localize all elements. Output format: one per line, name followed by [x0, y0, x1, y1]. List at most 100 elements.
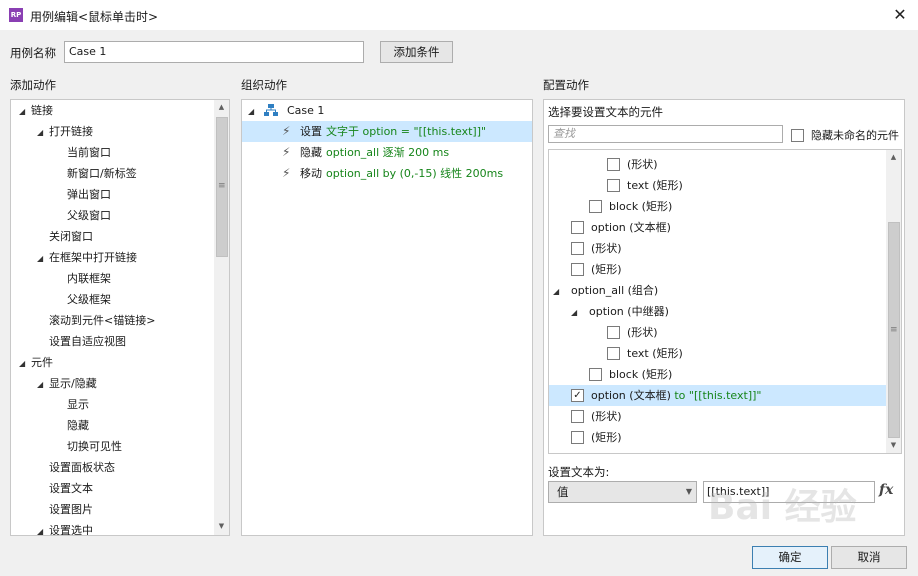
add-action-item[interactable]: 弹出窗口 [55, 184, 111, 205]
add-action-label: 父级窗口 [67, 209, 111, 222]
add-action-item[interactable]: 显示 [55, 394, 89, 415]
cancel-button[interactable]: 取消 [831, 546, 907, 569]
add-action-item[interactable]: 内联框架 [55, 268, 111, 289]
expand-triangle-icon[interactable]: ◢ [571, 302, 589, 323]
widget-tree-item[interactable]: text (矩形) [549, 343, 886, 364]
add-action-item[interactable]: 滚动到元件<锚链接> [37, 310, 155, 331]
widget-label: option_all (组合) [571, 284, 659, 297]
case-name-input[interactable]: Case 1 [64, 41, 364, 63]
widget-tree-item[interactable]: block (矩形) [549, 364, 886, 385]
widget-tree-item[interactable]: ◢ option_all (组合) [549, 280, 886, 301]
search-input[interactable]: 查找 [548, 125, 783, 143]
ok-button[interactable]: 确定 [752, 546, 828, 569]
widget-label: (矩形) [591, 263, 622, 276]
widget-tree-item[interactable]: (形状) [549, 154, 886, 175]
widget-checkbox[interactable] [571, 262, 584, 276]
expand-triangle-icon[interactable]: ◢ [37, 521, 49, 535]
widget-checkbox[interactable] [589, 199, 602, 213]
case-label: Case 1 [287, 104, 325, 117]
add-action-label: 设置面板状态 [49, 461, 115, 474]
widget-checkbox[interactable] [607, 178, 620, 192]
expand-triangle-icon[interactable]: ◢ [19, 101, 31, 122]
widget-checkbox[interactable] [571, 220, 584, 234]
add-action-item[interactable]: 父级框架 [55, 289, 111, 310]
add-action-label: 设置自适应视图 [49, 335, 126, 348]
expand-triangle-icon[interactable]: ◢ [19, 353, 31, 374]
widget-checkbox[interactable] [571, 241, 584, 255]
widget-checkbox[interactable] [571, 430, 584, 444]
add-actions-heading: 添加动作 [10, 78, 56, 92]
widget-checkbox[interactable] [589, 367, 602, 381]
scroll-up-icon[interactable]: ▲ [886, 150, 901, 165]
add-condition-button[interactable]: 添加条件 [380, 41, 453, 63]
organize-actions-heading: 组织动作 [241, 78, 287, 92]
add-action-label: 内联框架 [67, 272, 111, 285]
scroll-down-icon[interactable]: ▼ [886, 438, 901, 453]
scroll-up-icon[interactable]: ▲ [214, 100, 229, 115]
add-action-item[interactable]: 父级窗口 [55, 205, 111, 226]
widget-tree-item[interactable]: block (矩形) [549, 196, 886, 217]
add-action-item[interactable]: 新窗口/新标签 [55, 163, 137, 184]
add-action-item[interactable]: 隐藏 [55, 415, 89, 436]
add-action-item[interactable]: ◢ 链接 [19, 100, 53, 121]
add-action-item[interactable]: 切换可见性 [55, 436, 122, 457]
add-action-item[interactable]: ◢ 在框架中打开链接 [37, 247, 137, 268]
widget-tree-item[interactable]: (矩形) [549, 427, 886, 448]
widget-tree-item[interactable]: (形状) [549, 322, 886, 343]
widget-tree-item[interactable]: (形状) [549, 406, 886, 427]
add-action-item[interactable]: 设置自适应视图 [37, 331, 126, 352]
widget-value-suffix: to "[[this.text]]" [670, 389, 762, 402]
add-action-item[interactable]: 设置文本 [37, 478, 93, 499]
widget-tree-item[interactable]: (形状) [549, 238, 886, 259]
expand-triangle-icon[interactable]: ◢ [37, 122, 49, 143]
widget-checkbox[interactable] [607, 346, 620, 360]
window-title: 用例编辑<鼠标单击时> [30, 10, 159, 24]
action-row[interactable]: ⚡ 移动 option_all by (0,-15) 线性 200ms [242, 163, 532, 184]
widget-tree-item[interactable]: text (矩形) [549, 175, 886, 196]
expand-triangle-icon[interactable]: ◢ [37, 248, 49, 269]
add-action-label: 在框架中打开链接 [49, 251, 137, 264]
close-icon[interactable]: ✕ [890, 5, 910, 25]
fx-button[interactable]: fx [879, 482, 893, 498]
add-action-item[interactable]: 当前窗口 [55, 142, 111, 163]
add-action-item[interactable]: ◢ 显示/隐藏 [37, 373, 97, 394]
action-row[interactable]: ⚡ 设置 文字于 option = "[[this.text]]" [242, 121, 532, 142]
add-actions-scrollbar[interactable]: ▲ ≡ ▼ [214, 100, 229, 535]
lightning-bolt-icon: ⚡ [282, 124, 291, 138]
hide-unnamed-checkbox[interactable] [791, 128, 804, 142]
widget-tree-item[interactable]: option (文本框) [549, 217, 886, 238]
set-text-label: 设置文本为: [548, 465, 610, 479]
hide-unnamed-label: 隐藏未命名的元件 [811, 129, 899, 142]
widget-checkbox[interactable]: ✓ [571, 388, 584, 402]
expand-triangle-icon[interactable]: ◢ [37, 374, 49, 395]
action-row[interactable]: ⚡ 隐藏 option_all 逐渐 200 ms [242, 142, 532, 163]
widget-tree-item[interactable]: ◢ option (中继器) [549, 301, 886, 322]
widget-checkbox[interactable] [607, 325, 620, 339]
widget-tree-item[interactable]: ✓ option (文本框) to "[[this.text]]" [549, 385, 886, 406]
grip-icon: ≡ [890, 325, 898, 335]
add-action-label: 切换可见性 [67, 440, 122, 453]
widget-label: (形状) [627, 158, 658, 171]
add-action-item[interactable]: ◢ 设置选中 [37, 520, 93, 535]
add-action-item[interactable]: ◢ 打开链接 [37, 121, 93, 142]
expand-triangle-icon[interactable]: ◢ [553, 281, 571, 302]
add-action-item[interactable]: 关闭窗口 [37, 226, 93, 247]
add-action-label: 新窗口/新标签 [67, 167, 137, 180]
case-node[interactable]: ◢ Case 1 [248, 100, 532, 121]
add-action-label: 显示 [67, 398, 89, 411]
widget-label: text (矩形) [627, 179, 683, 192]
add-action-item[interactable]: 设置面板状态 [37, 457, 115, 478]
widget-tree-scrollbar[interactable]: ▲ ≡ ▼ [886, 150, 901, 453]
value-type-select[interactable]: 值 ▼ [548, 481, 697, 503]
widget-checkbox[interactable] [607, 157, 620, 171]
widget-tree-item[interactable]: (矩形) [549, 259, 886, 280]
scroll-down-icon[interactable]: ▼ [214, 519, 229, 534]
watermark-logo: Bai 经验 [708, 487, 857, 528]
widget-label: block (矩形) [609, 200, 673, 213]
add-action-item[interactable]: 设置图片 [37, 499, 93, 520]
action-verb: 移动 [300, 167, 322, 180]
add-action-item[interactable]: ◢ 元件 [19, 352, 53, 373]
add-action-label: 打开链接 [49, 125, 93, 138]
hide-unnamed-toggle[interactable]: 隐藏未命名的元件 [791, 127, 899, 143]
widget-checkbox[interactable] [571, 409, 584, 423]
